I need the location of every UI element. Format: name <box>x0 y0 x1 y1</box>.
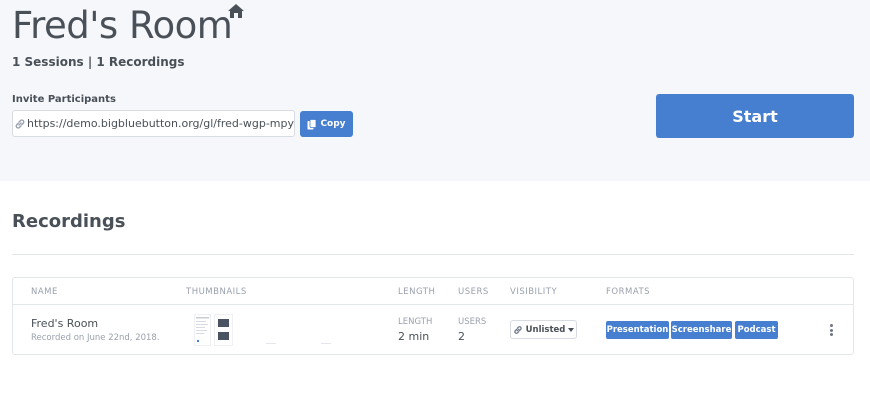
column-header-users: USERS <box>458 287 489 297</box>
column-header-formats: FORMATS <box>606 287 651 297</box>
thumbnail-placeholder <box>321 343 331 344</box>
table-header-divider <box>13 304 853 305</box>
column-header-name: NAME <box>31 287 58 297</box>
recording-name: Fred's Room <box>31 317 99 330</box>
start-button[interactable]: Start <box>656 94 854 138</box>
link-icon <box>13 111 27 136</box>
recording-date: Recorded on June 22nd, 2018. <box>31 333 160 343</box>
home-icon[interactable] <box>227 3 245 19</box>
copy-button-label: Copy <box>320 119 346 129</box>
recordings-divider <box>12 254 854 255</box>
clipboard-icon <box>307 118 317 129</box>
recordings-table: NAME THUMBNAILS LENGTH USERS VISIBILITY … <box>12 277 854 355</box>
format-podcast-button[interactable]: Podcast <box>735 321 778 339</box>
link-icon <box>513 325 522 334</box>
room-header: Fred's Room 1 Sessions | 1 Recordings In… <box>0 0 870 181</box>
invite-url-text: https://demo.bigbluebutton.org/gl/fred-w… <box>26 117 294 130</box>
format-presentation-button[interactable]: Presentation <box>606 321 669 339</box>
recordings-title: Recordings <box>12 211 126 232</box>
copy-button[interactable]: Copy <box>300 111 353 137</box>
thumbnail-placeholder <box>266 343 276 344</box>
users-value: 2 <box>458 330 465 343</box>
length-value: 2 min <box>398 330 430 343</box>
room-stats: 1 Sessions | 1 Recordings <box>12 55 185 69</box>
recording-thumbnail-1[interactable] <box>194 314 211 346</box>
format-screenshare-button[interactable]: Screenshare <box>671 321 732 339</box>
room-title: Fred's Room <box>12 4 233 47</box>
chevron-down-icon <box>568 327 575 332</box>
kebab-menu-icon[interactable] <box>825 322 837 338</box>
column-header-thumbnails: THUMBNAILS <box>186 287 247 297</box>
users-label: USERS <box>458 317 487 327</box>
column-header-visibility: VISIBILITY <box>510 287 558 297</box>
visibility-value: Unlisted <box>525 324 566 335</box>
invite-label: Invite Participants <box>12 94 116 105</box>
column-header-length: LENGTH <box>398 287 436 297</box>
length-label: LENGTH <box>398 317 433 327</box>
visibility-dropdown[interactable]: Unlisted <box>510 320 577 339</box>
invite-url-field[interactable]: https://demo.bigbluebutton.org/gl/fred-w… <box>12 110 295 137</box>
recording-thumbnail-2[interactable] <box>214 314 233 346</box>
